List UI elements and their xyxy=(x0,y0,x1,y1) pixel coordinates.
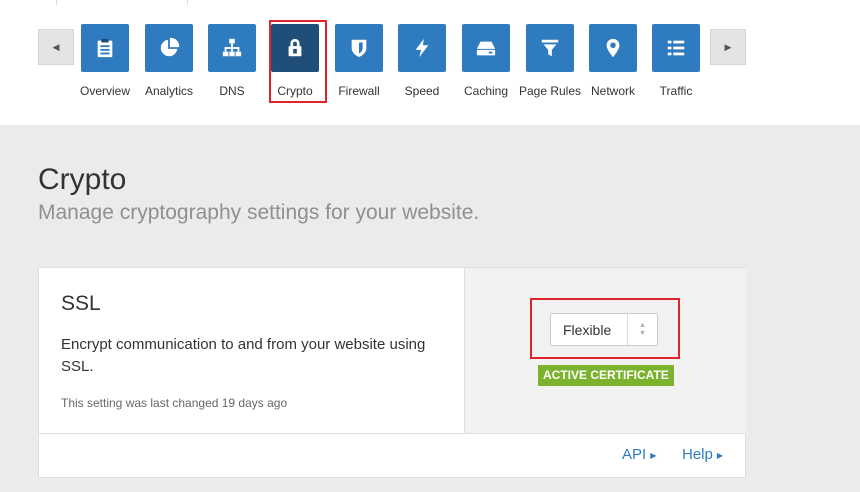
nav-item-traffic[interactable]: Traffic xyxy=(641,24,711,98)
api-link-label: API xyxy=(622,446,647,463)
nav-tile xyxy=(145,24,193,72)
nav-tile xyxy=(271,24,319,72)
nav-item-label: Speed xyxy=(404,84,440,98)
page-subtitle: Manage cryptography settings for your we… xyxy=(38,201,480,224)
ssl-card-body: SSL Encrypt communication to and from yo… xyxy=(39,268,464,433)
nav-item-page-rules[interactable]: Page Rules xyxy=(515,24,585,98)
api-link[interactable]: API ▶ xyxy=(622,446,656,463)
nav-item-label: Crypto xyxy=(277,84,313,98)
pie-chart-icon xyxy=(160,37,180,57)
nav-tile xyxy=(526,24,574,72)
top-navigation-bar: ◀ Overview Analytics DNS Crypto Firewall xyxy=(0,0,860,125)
nav-tile xyxy=(81,24,129,72)
caret-right-icon: ▶ xyxy=(716,450,724,460)
nav-item-overview[interactable]: Overview xyxy=(70,24,140,98)
nav-item-caching[interactable]: Caching xyxy=(451,24,521,98)
nav-tile xyxy=(398,24,446,72)
lightning-icon xyxy=(415,38,429,58)
nav-tile xyxy=(335,24,383,72)
nav-item-firewall[interactable]: Firewall xyxy=(324,24,394,98)
nav-item-label: Caching xyxy=(463,84,509,98)
map-pin-icon xyxy=(606,38,620,58)
clipboard-icon xyxy=(97,38,113,58)
nav-tile xyxy=(462,24,510,72)
filter-icon xyxy=(541,39,559,57)
shield-icon xyxy=(351,39,367,58)
nav-item-crypto[interactable]: Crypto xyxy=(260,24,330,98)
nav-item-network[interactable]: Network xyxy=(578,24,648,98)
card-footer: API ▶ Help ▶ xyxy=(39,433,745,477)
card-description: Encrypt communication to and from your w… xyxy=(61,336,426,375)
ssl-card-control: Flexible ▲ ▼ ACTIVE CERTIFICATE xyxy=(464,268,746,433)
tab-divider xyxy=(187,0,188,5)
scroll-left-button[interactable]: ◀ xyxy=(38,29,74,65)
status-badge: ACTIVE CERTIFICATE xyxy=(538,365,674,386)
chevron-right-icon: ▶ xyxy=(724,41,732,52)
card-title: SSL xyxy=(61,292,101,315)
caret-right-icon: ▶ xyxy=(650,450,657,460)
chevron-left-icon: ◀ xyxy=(52,41,60,52)
tab-divider xyxy=(56,0,57,5)
select-value: Flexible xyxy=(563,322,612,338)
nav-item-label: DNS xyxy=(219,84,245,98)
hard-drive-icon xyxy=(476,41,496,56)
help-link[interactable]: Help ▶ xyxy=(682,446,723,463)
nav-tile xyxy=(652,24,700,72)
lock-icon xyxy=(288,38,302,57)
nav-item-label: Firewall xyxy=(338,84,380,98)
nav-item-analytics[interactable]: Analytics xyxy=(134,24,204,98)
last-changed-note: This setting was last changed 19 days ag… xyxy=(61,396,288,410)
nav-item-dns[interactable]: DNS xyxy=(197,24,267,98)
ssl-mode-select[interactable]: Flexible ▲ ▼ xyxy=(550,313,658,346)
nav-tile xyxy=(208,24,256,72)
nav-item-label: Traffic xyxy=(659,84,693,98)
nav-item-speed[interactable]: Speed xyxy=(387,24,457,98)
nav-item-label: Page Rules xyxy=(518,84,582,98)
page-title: Crypto xyxy=(38,163,127,196)
nav-item-label: Overview xyxy=(79,84,130,98)
sitemap-icon xyxy=(222,38,242,57)
nav-item-label: Analytics xyxy=(144,84,194,98)
help-link-label: Help xyxy=(682,446,713,463)
nav-item-label: Network xyxy=(590,84,635,98)
select-arrows-icon: ▲ ▼ xyxy=(627,314,657,345)
ssl-card: SSL Encrypt communication to and from yo… xyxy=(38,267,746,478)
nav-tile xyxy=(589,24,637,72)
scroll-right-button[interactable]: ▶ xyxy=(710,29,746,65)
list-icon xyxy=(667,40,685,56)
